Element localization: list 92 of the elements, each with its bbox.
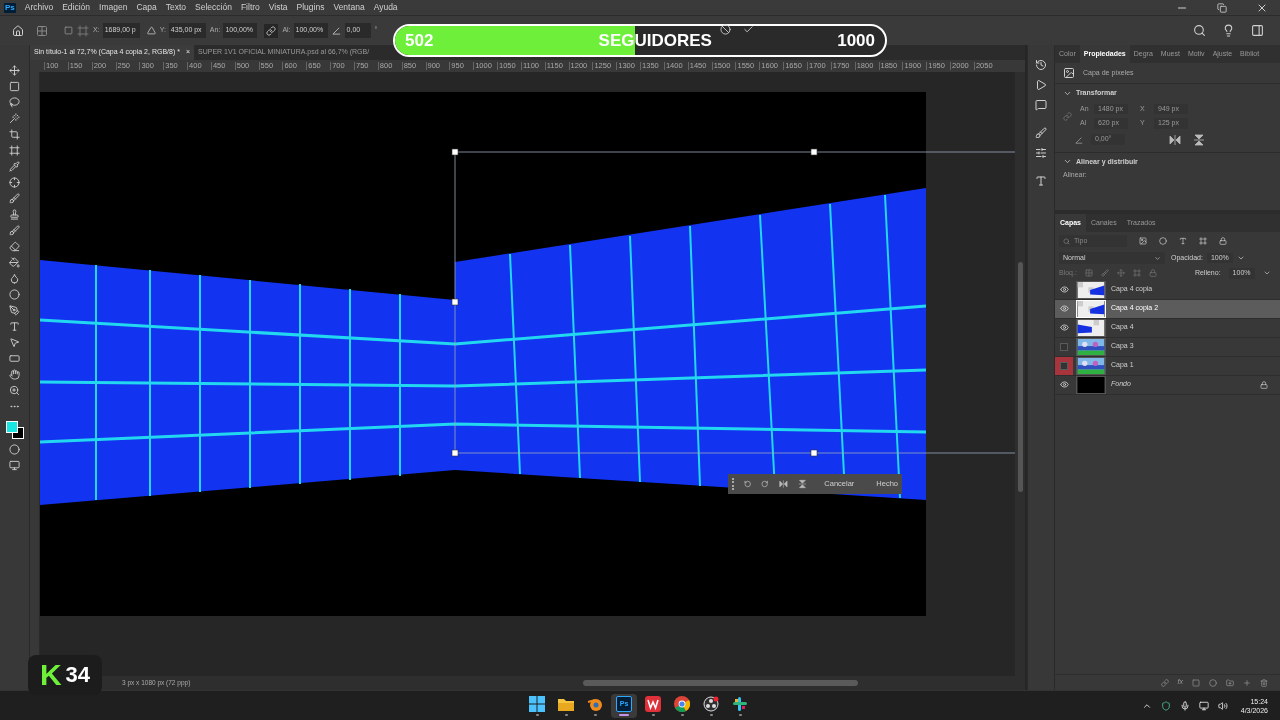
- display-icon[interactable]: [1198, 700, 1209, 711]
- cancel-icon[interactable]: [720, 24, 731, 35]
- eyedropper-tool-icon[interactable]: [9, 161, 20, 172]
- play-icon[interactable]: [1035, 79, 1047, 91]
- lasso-tool-icon[interactable]: [9, 97, 20, 108]
- history-brush-icon[interactable]: [9, 225, 20, 236]
- menu-item[interactable]: Ayuda: [373, 1, 398, 14]
- dodge-tool-icon[interactable]: [9, 289, 20, 300]
- restore-icon[interactable]: [1217, 2, 1227, 13]
- brush-settings-icon[interactable]: [1035, 127, 1047, 139]
- flip-horizontal-icon[interactable]: [778, 478, 788, 490]
- delta-icon[interactable]: [146, 26, 156, 35]
- adjustment-filter-icon[interactable]: [1159, 237, 1167, 245]
- lightbulb-icon[interactable]: [1222, 24, 1235, 37]
- menu-item[interactable]: Texto: [165, 1, 187, 14]
- menu-item[interactable]: Filtro: [240, 1, 260, 14]
- follower-goal: 1000: [837, 29, 875, 52]
- menu-item[interactable]: Vista: [268, 1, 288, 14]
- menu-item[interactable]: Edición: [62, 1, 91, 14]
- orbit-icon[interactable]: [587, 696, 603, 712]
- rotate-right-icon[interactable]: [761, 479, 769, 489]
- zoom-tool-icon[interactable]: [9, 385, 20, 396]
- app-logo[interactable]: Ps: [4, 2, 16, 13]
- eye-icon[interactable]: [1059, 380, 1069, 389]
- eye-icon[interactable]: [1059, 285, 1069, 294]
- angle-icon: [331, 26, 341, 35]
- rotate-left-icon[interactable]: [744, 479, 752, 489]
- bucket-tool-icon[interactable]: [9, 257, 20, 268]
- pixel-filter-icon[interactable]: [1139, 237, 1147, 245]
- glyphs-icon[interactable]: [1035, 175, 1047, 187]
- menu-item[interactable]: Imagen: [99, 1, 128, 14]
- pen-tool-icon[interactable]: [9, 305, 20, 316]
- selection-tool-icon[interactable]: [9, 337, 20, 348]
- color-swatches-drawing[interactable]: [5, 421, 24, 439]
- delete-icon[interactable]: [1260, 678, 1268, 687]
- app-icon[interactable]: [703, 696, 719, 712]
- link-button[interactable]: [264, 23, 279, 38]
- chevron-down-icon: [1154, 254, 1161, 262]
- flip-horizontal-icon[interactable]: [1169, 133, 1181, 146]
- type-tool-icon[interactable]: [9, 321, 20, 332]
- frame-tool-icon[interactable]: [9, 145, 20, 156]
- follower-count: 502: [405, 29, 434, 52]
- comment-icon[interactable]: [1035, 99, 1047, 111]
- type-filter-icon[interactable]: [1179, 237, 1187, 245]
- visibility-toggle[interactable]: [1060, 342, 1068, 351]
- smart-filter-icon[interactable]: [1219, 237, 1227, 245]
- menu-item[interactable]: Plugins: [296, 1, 325, 14]
- brush-tool-icon[interactable]: [9, 193, 20, 204]
- stamp-tool-icon[interactable]: [9, 209, 20, 220]
- eye-icon[interactable]: [1059, 304, 1069, 313]
- reference-point-icon[interactable]: [36, 24, 48, 37]
- shield-icon[interactable]: [1160, 700, 1171, 711]
- shape-tool-icon[interactable]: [9, 353, 20, 364]
- channel-logo: K 34: [28, 655, 102, 695]
- pixel-layer-icon: [1063, 67, 1075, 79]
- history-icon[interactable]: [1035, 59, 1047, 71]
- folder-icon[interactable]: [558, 696, 574, 712]
- flip-vertical-icon[interactable]: [797, 478, 807, 490]
- crop-tool-icon[interactable]: [9, 129, 20, 140]
- flip-vertical-icon[interactable]: [1193, 133, 1205, 146]
- move-tool-icon[interactable]: [9, 65, 20, 76]
- search-icon[interactable]: [1193, 24, 1206, 37]
- eraser-tool-icon[interactable]: [9, 241, 20, 252]
- search-icon: [1063, 237, 1070, 245]
- screen-mode-icon[interactable]: [9, 460, 20, 471]
- check-icon[interactable]: [743, 24, 754, 35]
- menu-item[interactable]: Archivo: [24, 1, 54, 14]
- home-icon[interactable]: [12, 24, 24, 37]
- quick-mask-icon[interactable]: [9, 444, 20, 455]
- group-icon[interactable]: [1226, 678, 1234, 687]
- healing-tool-icon[interactable]: [9, 177, 20, 188]
- menu-item[interactable]: Selección: [195, 1, 232, 14]
- chevron-down-icon[interactable]: [1236, 254, 1245, 262]
- volume-icon[interactable]: [1217, 700, 1228, 711]
- menu-item[interactable]: Ventana: [333, 1, 365, 14]
- shape-filter-icon[interactable]: [1199, 237, 1207, 245]
- vertical-scrollbar[interactable]: [1015, 72, 1025, 676]
- angle-icon: [1075, 135, 1083, 144]
- wand-tool-icon[interactable]: [9, 113, 20, 124]
- marquee-tool-icon[interactable]: [9, 81, 20, 92]
- app-icon[interactable]: [645, 696, 661, 712]
- microphone-icon[interactable]: [1179, 700, 1190, 711]
- app-icon[interactable]: [732, 696, 748, 712]
- menu-item[interactable]: Capa: [136, 1, 157, 14]
- blur-tool-icon[interactable]: [9, 273, 20, 284]
- workspace-icon[interactable]: [1251, 24, 1264, 37]
- browser-icon[interactable]: [674, 696, 690, 712]
- sliders-icon[interactable]: [1035, 147, 1047, 159]
- visibility-toggle[interactable]: [1060, 361, 1068, 370]
- eye-icon[interactable]: [1059, 323, 1069, 332]
- hand-tool-icon[interactable]: [9, 369, 20, 380]
- checkbox-icon[interactable]: [64, 26, 73, 35]
